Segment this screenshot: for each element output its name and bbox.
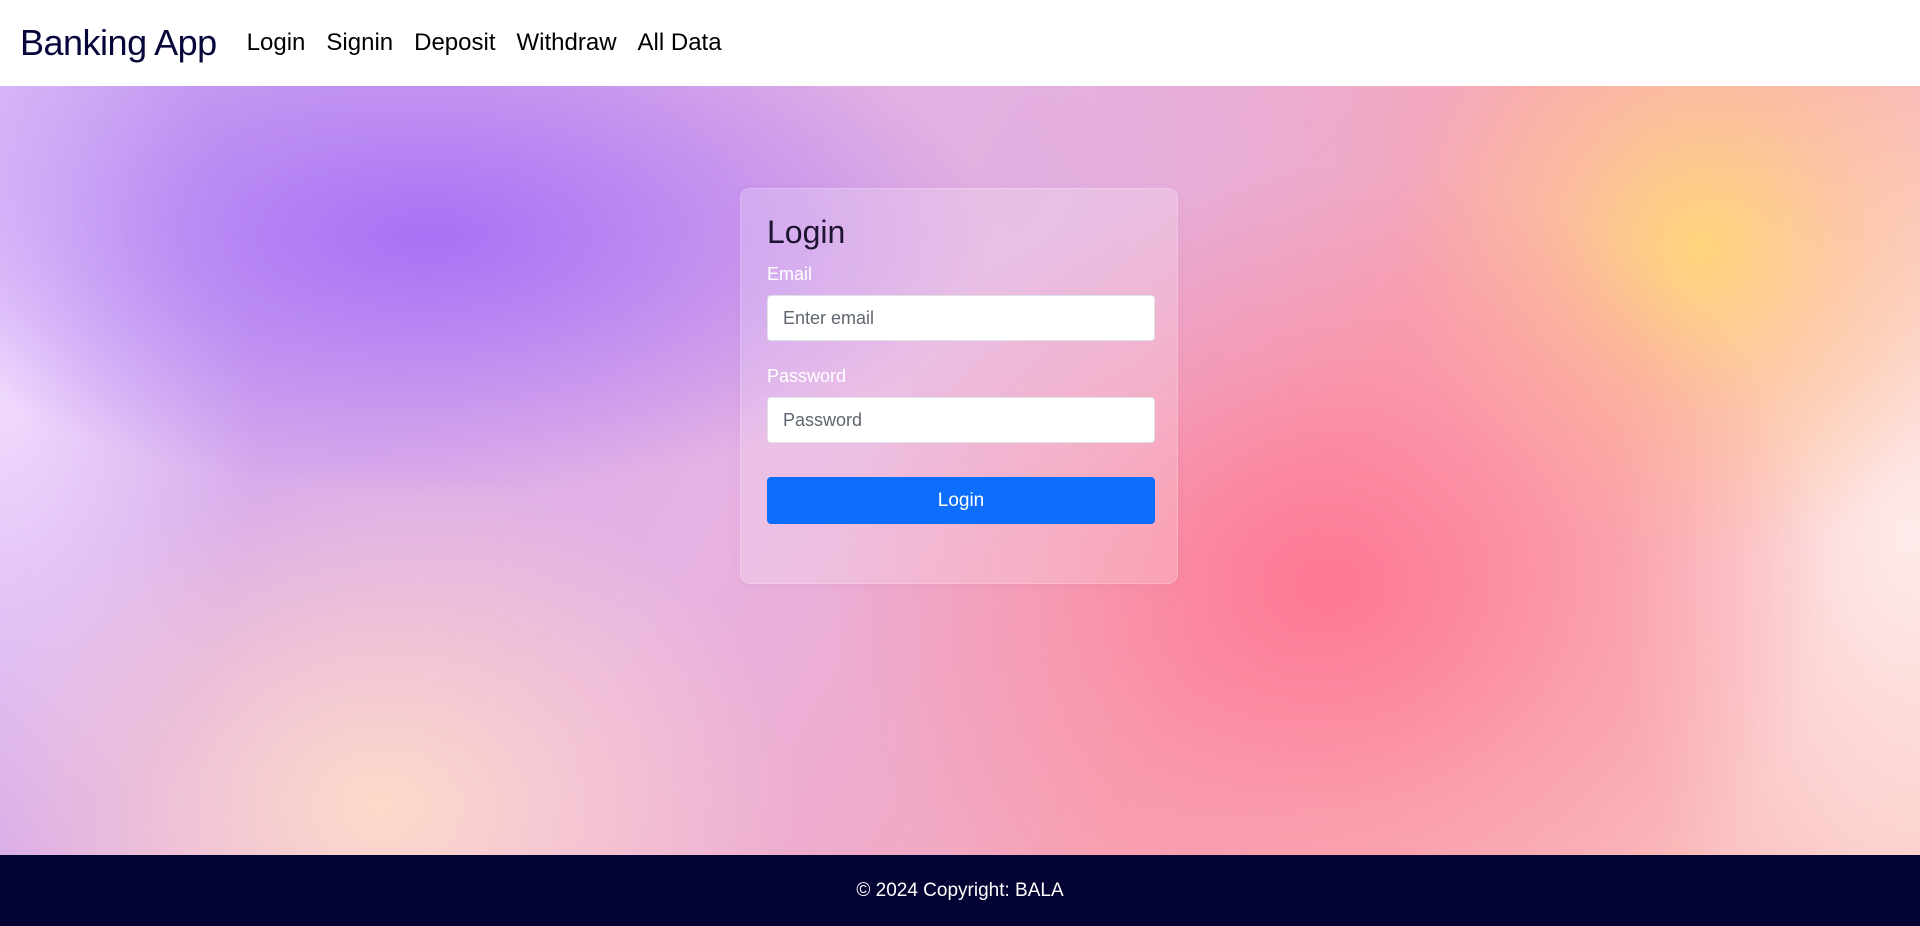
- nav-link-deposit[interactable]: Deposit: [414, 29, 495, 57]
- footer-copyright: © 2024 Copyright: BALA: [856, 879, 1064, 901]
- login-card: Login Email Password Login: [740, 188, 1178, 584]
- nav-links: Login Signin Deposit Withdraw All Data: [247, 29, 743, 57]
- navbar: Banking App Login Signin Deposit Withdra…: [0, 0, 1920, 86]
- nav-link-signin[interactable]: Signin: [326, 29, 393, 57]
- password-label: Password: [767, 366, 847, 387]
- brand-link[interactable]: Banking App: [20, 22, 217, 64]
- email-field-group: Email: [767, 264, 1155, 342]
- email-input[interactable]: [767, 295, 1155, 342]
- footer: © 2024 Copyright: BALA: [0, 855, 1920, 926]
- login-submit-button[interactable]: Login: [767, 477, 1155, 525]
- email-label: Email: [767, 264, 813, 285]
- nav-link-login[interactable]: Login: [247, 29, 306, 57]
- password-field-group: Password: [767, 366, 1155, 444]
- password-input[interactable]: [767, 397, 1155, 444]
- nav-link-all-data[interactable]: All Data: [638, 29, 722, 57]
- login-card-title: Login: [767, 214, 846, 250]
- nav-link-withdraw[interactable]: Withdraw: [517, 29, 617, 57]
